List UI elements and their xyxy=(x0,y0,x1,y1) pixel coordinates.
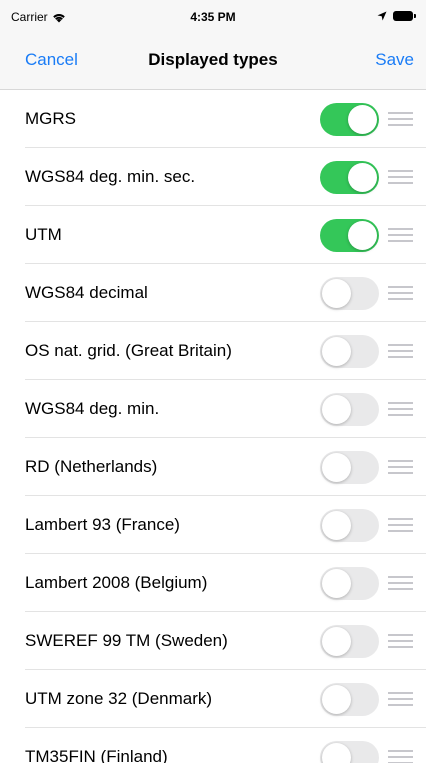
enable-toggle[interactable] xyxy=(320,335,379,368)
enable-toggle[interactable] xyxy=(320,741,379,763)
toggle-knob xyxy=(348,221,377,250)
toggle-knob xyxy=(322,279,351,308)
reorder-handle-icon[interactable] xyxy=(388,111,413,127)
reorder-handle-icon[interactable] xyxy=(388,749,413,763)
location-arrow-icon xyxy=(377,11,387,21)
reorder-handle-icon[interactable] xyxy=(388,517,413,533)
status-bar: Carrier 4:35 PM xyxy=(0,0,426,38)
reorder-handle-icon[interactable] xyxy=(388,227,413,243)
cancel-button[interactable]: Cancel xyxy=(25,50,78,70)
list-item: RD (Netherlands) xyxy=(0,438,426,496)
toggle-knob xyxy=(322,569,351,598)
reorder-handle-icon[interactable] xyxy=(388,459,413,475)
list-item-label: SWEREF 99 TM (Sweden) xyxy=(25,631,228,650)
save-button[interactable]: Save xyxy=(375,50,414,70)
toggle-knob xyxy=(348,105,377,134)
toggle-knob xyxy=(322,337,351,366)
enable-toggle[interactable] xyxy=(320,567,379,600)
toggle-knob xyxy=(322,743,351,763)
enable-toggle[interactable] xyxy=(320,103,379,136)
list-item-label: WGS84 deg. min. sec. xyxy=(25,167,196,186)
enable-toggle[interactable] xyxy=(320,161,379,194)
reorder-handle-icon[interactable] xyxy=(388,633,413,649)
list-item-label: Lambert 93 (France) xyxy=(25,515,180,534)
list-item-label: RD (Netherlands) xyxy=(25,457,158,476)
list-item-label: UTM xyxy=(25,225,62,244)
enable-toggle[interactable] xyxy=(320,683,379,716)
enable-toggle[interactable] xyxy=(320,219,379,252)
list-item-label: TM35FIN (Finland) xyxy=(25,747,168,763)
enable-toggle[interactable] xyxy=(320,625,379,658)
list-item: Lambert 93 (France) xyxy=(0,496,426,554)
list-item: UTM zone 32 (Denmark) xyxy=(0,670,426,728)
list-item: TM35FIN (Finland) xyxy=(0,728,426,763)
reorder-handle-icon[interactable] xyxy=(388,343,413,359)
list-item: OS nat. grid. (Great Britain) xyxy=(0,322,426,380)
list-item: MGRS xyxy=(0,90,426,148)
list-item: WGS84 deg. min. xyxy=(0,380,426,438)
reorder-handle-icon[interactable] xyxy=(388,401,413,417)
list-item: WGS84 decimal xyxy=(0,264,426,322)
enable-toggle[interactable] xyxy=(320,393,379,426)
reorder-handle-icon[interactable] xyxy=(388,285,413,301)
reorder-handle-icon[interactable] xyxy=(388,169,413,185)
toggle-knob xyxy=(322,453,351,482)
status-right-group xyxy=(377,11,416,21)
enable-toggle[interactable] xyxy=(320,277,379,310)
toggle-knob xyxy=(322,627,351,656)
toggle-knob xyxy=(322,395,351,424)
list-item-label: WGS84 decimal xyxy=(25,283,148,302)
list-item: WGS84 deg. min. sec. xyxy=(0,148,426,206)
displayed-types-screen: Carrier 4:35 PM Cancel Displayed types S… xyxy=(0,0,426,763)
list-item-label: WGS84 deg. min. xyxy=(25,399,160,418)
status-time: 4:35 PM xyxy=(190,10,236,24)
enable-toggle[interactable] xyxy=(320,451,379,484)
list-item-label: OS nat. grid. (Great Britain) xyxy=(25,341,232,360)
list-item: UTM xyxy=(0,206,426,264)
list-item: Lambert 2008 (Belgium) xyxy=(0,554,426,612)
list-item: SWEREF 99 TM (Sweden) xyxy=(0,612,426,670)
list-item-label: UTM zone 32 (Denmark) xyxy=(25,689,213,708)
reorder-handle-icon[interactable] xyxy=(388,691,413,707)
toggle-knob xyxy=(322,685,351,714)
toggle-knob xyxy=(348,163,377,192)
navigation-bar: Cancel Displayed types Save xyxy=(0,38,426,90)
coordinate-types-list: MGRS WGS84 deg. min. sec. UTM WGS84 decimal… xyxy=(0,90,426,763)
enable-toggle[interactable] xyxy=(320,509,379,542)
battery-icon xyxy=(393,11,416,21)
reorder-handle-icon[interactable] xyxy=(388,575,413,591)
list-item-label: Lambert 2008 (Belgium) xyxy=(25,573,208,592)
list-item-label: MGRS xyxy=(25,109,76,128)
toggle-knob xyxy=(322,511,351,540)
